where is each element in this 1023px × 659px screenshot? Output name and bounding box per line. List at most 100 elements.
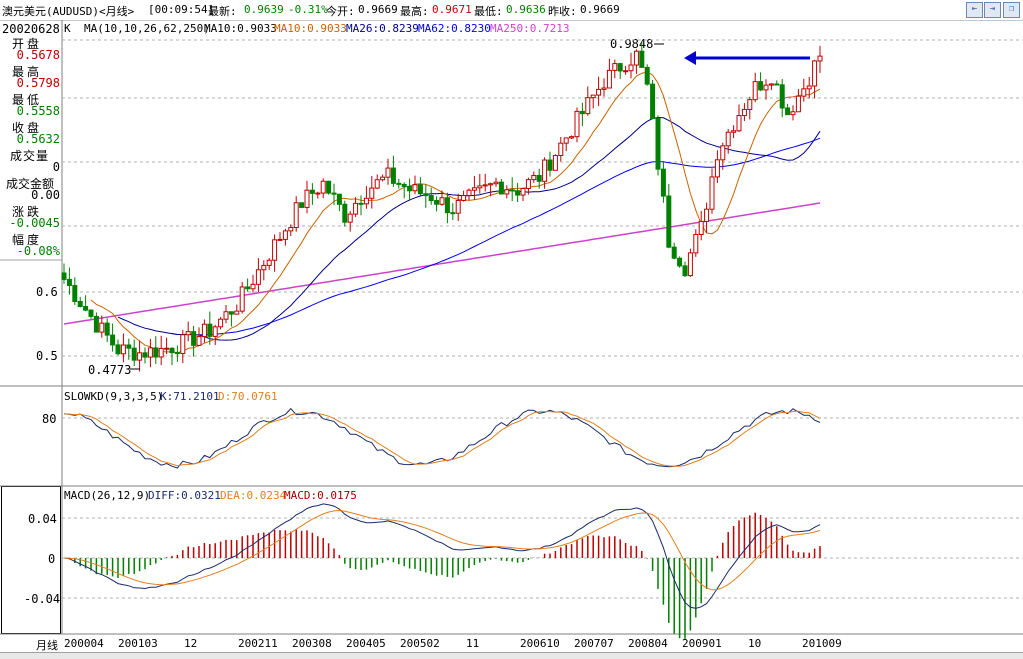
candle-body: [682, 265, 688, 277]
change-pct: -0.31%: [288, 3, 328, 16]
candle-body: [671, 246, 677, 259]
candle-body: [515, 190, 521, 196]
candle-body: [223, 311, 229, 320]
candle-body: [704, 208, 710, 222]
candle-body: [477, 185, 483, 189]
candle-body: [504, 189, 510, 195]
candle-body: [725, 131, 731, 147]
candle-body: [342, 203, 348, 223]
candle-body: [623, 70, 629, 73]
x-tick: 200004: [64, 637, 104, 650]
candle-body: [493, 181, 499, 185]
candle-body: [272, 239, 278, 261]
back-icon[interactable]: ⇤: [966, 2, 983, 18]
candle-body: [326, 180, 332, 194]
candle-body: [304, 189, 310, 208]
candle-body: [99, 322, 105, 333]
candle-body: [434, 200, 440, 205]
candle-body: [131, 347, 137, 361]
candle-body: [428, 195, 434, 202]
candle-body: [385, 167, 391, 178]
candle-body: [531, 174, 537, 181]
arrow-annotation: [130, 43, 810, 370]
candle-body: [147, 347, 153, 358]
candle-body: [639, 50, 645, 68]
candle-body: [380, 176, 386, 181]
chart-canvas[interactable]: [0, 20, 1023, 652]
candle-body: [66, 278, 72, 286]
candle-body: [693, 233, 699, 254]
candle-body: [266, 259, 272, 266]
candle-body: [650, 83, 656, 120]
candle-body: [320, 180, 326, 194]
candle-body: [806, 85, 812, 90]
candle-body: [768, 83, 774, 86]
candle-body: [374, 179, 380, 189]
candle-body: [239, 286, 245, 312]
candle-body: [698, 220, 704, 235]
candle-body: [471, 187, 477, 191]
candle-body: [164, 347, 170, 350]
x-axis-label: 月线: [36, 639, 58, 652]
candle-body: [596, 88, 602, 96]
candle-body: [590, 94, 596, 99]
x-tick: 12: [184, 637, 198, 650]
x-tick: 200707: [574, 637, 614, 650]
candle-body: [466, 189, 472, 197]
candle-body: [752, 81, 758, 101]
candle-body: [552, 154, 558, 171]
x-tick: 200103: [118, 637, 158, 650]
forward-icon[interactable]: ⇥: [984, 2, 1001, 18]
arrow-head: [684, 51, 696, 65]
ma10-line: [90, 71, 821, 354]
candle-body: [201, 323, 207, 338]
high-label: 最高:: [400, 5, 429, 18]
x-tick: 200804: [628, 637, 668, 650]
latest-value: 0.9639: [244, 3, 284, 16]
x-tick: 10: [748, 637, 762, 650]
candle-body: [542, 159, 548, 182]
candle-body: [817, 55, 823, 62]
candle-body: [185, 331, 191, 336]
candle-body: [212, 326, 218, 337]
candle-body: [363, 197, 369, 205]
x-tick: 11: [466, 637, 480, 650]
candle-body: [455, 199, 461, 214]
candle-body: [482, 184, 488, 187]
x-tick: 200610: [520, 637, 560, 650]
candle-body: [234, 310, 240, 315]
candle-body: [812, 60, 818, 87]
candle-body: [655, 118, 661, 170]
candle-body: [779, 84, 785, 109]
candle-body: [88, 309, 94, 317]
candle-body: [115, 344, 121, 355]
latest-label: 最新:: [208, 5, 237, 18]
candle-body: [585, 97, 591, 115]
candle-body: [250, 283, 256, 290]
ma26-path: [117, 116, 821, 341]
candle-body: [763, 84, 769, 91]
restore-icon[interactable]: ❐: [1003, 2, 1020, 18]
candle-body: [574, 110, 580, 138]
candle-body: [606, 69, 612, 89]
candle-body: [488, 183, 494, 186]
candle-body: [61, 272, 67, 280]
candle-body: [110, 334, 116, 346]
candle-body: [174, 352, 180, 355]
candle-body: [525, 179, 531, 189]
candle-body: [520, 187, 526, 196]
candle-body: [288, 227, 294, 232]
x-tick: 201009: [802, 637, 842, 650]
candle-body: [245, 286, 251, 290]
candle-body: [736, 115, 742, 132]
candle-body: [401, 183, 407, 187]
candle-body: [218, 318, 224, 328]
candle-body: [93, 315, 99, 333]
candle-body: [687, 252, 693, 277]
low-label: 最低:: [474, 5, 503, 18]
open-label: 今开:: [326, 5, 355, 18]
x-tick: 200502: [400, 637, 440, 650]
candle-body: [801, 88, 807, 97]
candle-body: [158, 347, 164, 358]
candle-body: [407, 185, 413, 192]
